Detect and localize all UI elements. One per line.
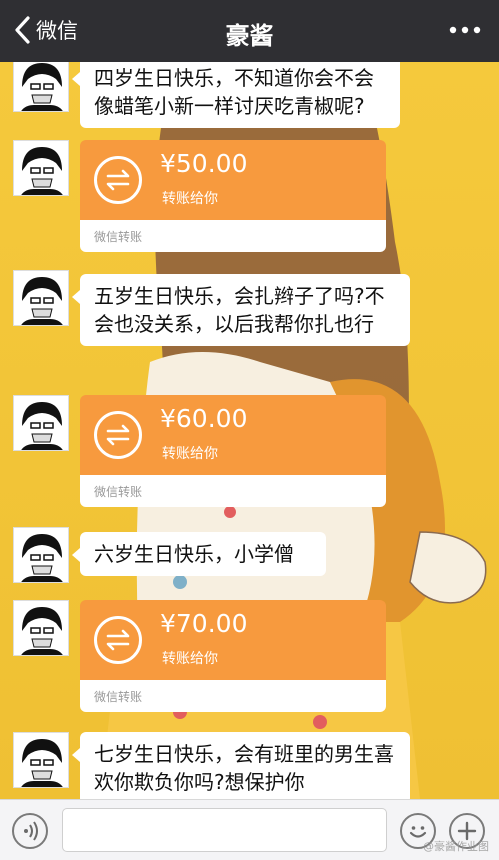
top-navigation-bar: 微信 豪酱 bbox=[0, 0, 499, 62]
avatar[interactable] bbox=[13, 732, 69, 788]
transfer-subtitle: 转账给你 bbox=[162, 446, 218, 462]
avatar[interactable] bbox=[13, 395, 69, 451]
input-bar: @豪酱作业图 bbox=[0, 799, 499, 860]
transfer-card[interactable]: ¥70.00 转账给你 微信转账 bbox=[80, 600, 386, 712]
transfer-app-label: 微信转账 bbox=[94, 485, 143, 499]
transfer-amount: ¥70.00 bbox=[160, 609, 248, 638]
transfer-app-label: 微信转账 bbox=[94, 690, 143, 704]
chat-area[interactable]: 四岁生日快乐，不知道你会不会像蜡笔小新一样讨厌吃青椒呢? ¥50.00 转账给你… bbox=[0, 62, 499, 799]
message-bubble[interactable]: 七岁生日快乐，会有班里的男生喜欢你欺负你吗?想保护你 bbox=[72, 732, 410, 799]
avatar[interactable] bbox=[13, 600, 69, 656]
message-bubble[interactable]: 六岁生日快乐，小学僧 bbox=[72, 532, 326, 576]
avatar[interactable] bbox=[13, 140, 69, 196]
avatar[interactable] bbox=[13, 527, 69, 583]
transfer-app-label: 微信转账 bbox=[94, 230, 143, 244]
avatar[interactable] bbox=[13, 62, 69, 112]
transfer-arrows-icon bbox=[94, 411, 142, 459]
chat-title: 豪酱 bbox=[225, 22, 274, 50]
transfer-card[interactable]: ¥50.00 转账给你 微信转账 bbox=[80, 140, 386, 252]
transfer-subtitle: 转账给你 bbox=[162, 651, 218, 667]
transfer-arrows-icon bbox=[94, 616, 142, 664]
message-bubble[interactable]: 五岁生日快乐，会扎辫子了吗?不会也没关系，以后我帮你扎也行 bbox=[72, 274, 410, 346]
transfer-card-header: ¥70.00 转账给你 bbox=[80, 600, 386, 680]
transfer-card-footer: 微信转账 bbox=[80, 220, 386, 252]
message-bubble[interactable]: 四岁生日快乐，不知道你会不会像蜡笔小新一样讨厌吃青椒呢? bbox=[72, 62, 400, 128]
transfer-card[interactable]: ¥60.00 转账给你 微信转账 bbox=[80, 395, 386, 507]
voice-icon[interactable] bbox=[12, 813, 48, 849]
transfer-arrows-icon bbox=[94, 156, 142, 204]
transfer-card-footer: 微信转账 bbox=[80, 680, 386, 712]
transfer-amount: ¥50.00 bbox=[160, 149, 248, 178]
transfer-card-header: ¥50.00 转账给你 bbox=[80, 140, 386, 220]
message-input[interactable] bbox=[62, 808, 387, 852]
watermark: @豪酱作业图 bbox=[423, 840, 489, 853]
transfer-card-footer: 微信转账 bbox=[80, 475, 386, 507]
transfer-amount: ¥60.00 bbox=[160, 404, 248, 433]
transfer-card-header: ¥60.00 转账给你 bbox=[80, 395, 386, 475]
avatar[interactable] bbox=[13, 270, 69, 326]
transfer-subtitle: 转账给你 bbox=[162, 191, 218, 207]
more-dots-icon[interactable] bbox=[445, 18, 485, 42]
